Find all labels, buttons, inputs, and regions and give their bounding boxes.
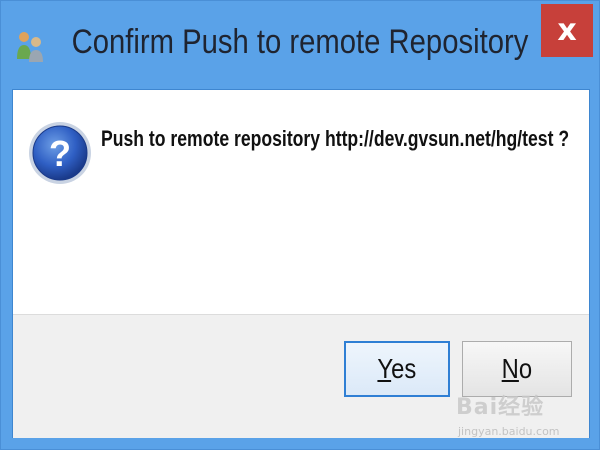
users-icon (15, 29, 45, 63)
no-button-label: No (502, 353, 532, 385)
window-title: Confirm Push to remote Repository (71, 23, 529, 61)
watermark: Bai经验 jingyan.baidu.com (456, 389, 596, 444)
watermark-logo: Bai经验 (456, 395, 545, 420)
close-icon: x (557, 13, 577, 48)
confirm-message: Push to remote repository http://dev.gvs… (101, 126, 570, 151)
dialog-window: Confirm Push to remote Repository x ? Pu… (0, 0, 600, 450)
question-icon: ? (27, 120, 93, 186)
yes-label-rest: es (391, 353, 417, 384)
yes-button-label: Yes (378, 353, 417, 385)
no-label-rest: o (518, 353, 533, 384)
svg-text:?: ? (49, 133, 71, 174)
yes-mnemonic: Y (377, 353, 392, 384)
yes-button[interactable]: Yes (344, 341, 450, 397)
close-button[interactable]: x (541, 4, 593, 57)
dialog-body: ? Push to remote repository http://dev.g… (12, 89, 590, 438)
title-bar[interactable]: Confirm Push to remote Repository x (1, 1, 599, 89)
watermark-url: jingyan.baidu.com (458, 425, 560, 438)
no-mnemonic: N (501, 353, 519, 384)
